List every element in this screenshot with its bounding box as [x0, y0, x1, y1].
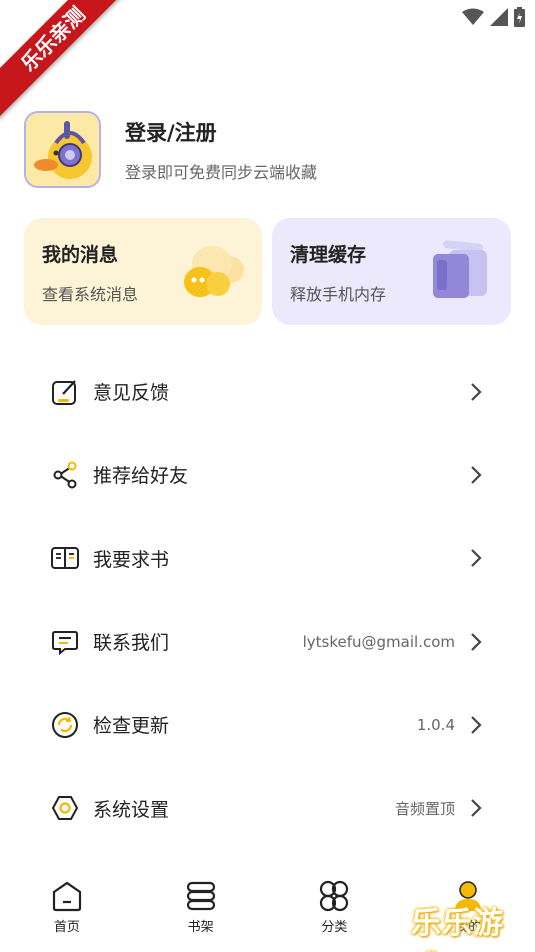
- menu-value: 音频置顶: [394, 799, 455, 818]
- login-title[interactable]: 登录/注册: [125, 117, 317, 147]
- menu-label: 系统设置: [93, 798, 170, 821]
- menu-item-share[interactable]: 推荐给好友: [0, 433, 535, 516]
- feedback-edit-icon: [50, 377, 80, 407]
- chevron-right-icon: [471, 549, 482, 568]
- message-icon: [50, 627, 80, 657]
- menu-item-request-book[interactable]: 我要求书: [0, 517, 535, 600]
- tab-label: 分类: [321, 920, 348, 935]
- chevron-right-icon: [471, 716, 482, 734]
- menu-label: 推荐给好友: [93, 465, 189, 488]
- speech-bubbles-icon: [184, 246, 244, 297]
- menu-label: 检查更新: [93, 715, 170, 738]
- settings-menu: 意见反馈 推荐给好友 我要求书 联系我们 lytskefu@gmail.com …: [0, 350, 535, 850]
- menu-label: 我要求书: [93, 548, 170, 571]
- avatar[interactable]: [24, 111, 101, 188]
- tab-bookshelf[interactable]: 书架: [134, 868, 268, 952]
- tab-label: 首页: [53, 920, 80, 935]
- version-value: 1.0.4: [416, 715, 455, 734]
- chevron-right-icon: [471, 382, 482, 401]
- category-icon: [320, 880, 349, 912]
- share-icon: [50, 460, 80, 490]
- menu-label: 联系我们: [93, 632, 170, 655]
- trash-bin-icon: [433, 240, 487, 298]
- wifi-icon: [462, 8, 484, 25]
- my-messages-card[interactable]: 我的消息 查看系统消息: [24, 218, 262, 325]
- menu-item-check-update[interactable]: 检查更新 1.0.4: [0, 683, 535, 766]
- menu-item-contact[interactable]: 联系我们 lytskefu@gmail.com: [0, 600, 535, 683]
- clear-cache-card[interactable]: 清理缓存 释放手机内存: [272, 218, 511, 325]
- tab-home[interactable]: 首页: [0, 868, 134, 952]
- chevron-right-icon: [471, 632, 482, 651]
- tab-category[interactable]: 分类: [268, 868, 402, 952]
- contact-email: lytskefu@gmail.com: [302, 632, 455, 651]
- menu-item-feedback[interactable]: 意见反馈: [0, 350, 535, 433]
- menu-label: 意见反馈: [93, 382, 170, 405]
- signal-icon: [490, 8, 508, 26]
- settings-hexagon-icon: [50, 793, 80, 823]
- watermark-logo: 乐乐游戏: [411, 906, 504, 952]
- login-subtitle: 登录即可免费同步云端收藏: [125, 162, 318, 182]
- login-header[interactable]: 登录/注册 登录即可免费同步云端收藏: [24, 111, 317, 188]
- refresh-icon: [50, 710, 80, 740]
- chevron-right-icon: [471, 799, 482, 817]
- tab-label: 书架: [187, 920, 214, 935]
- home-icon: [52, 881, 81, 912]
- open-book-icon: [50, 543, 80, 573]
- menu-item-settings[interactable]: 系统设置 音频置顶: [0, 766, 535, 849]
- bookshelf-icon: [186, 881, 215, 911]
- chevron-right-icon: [471, 466, 482, 484]
- battery-icon: [514, 7, 525, 27]
